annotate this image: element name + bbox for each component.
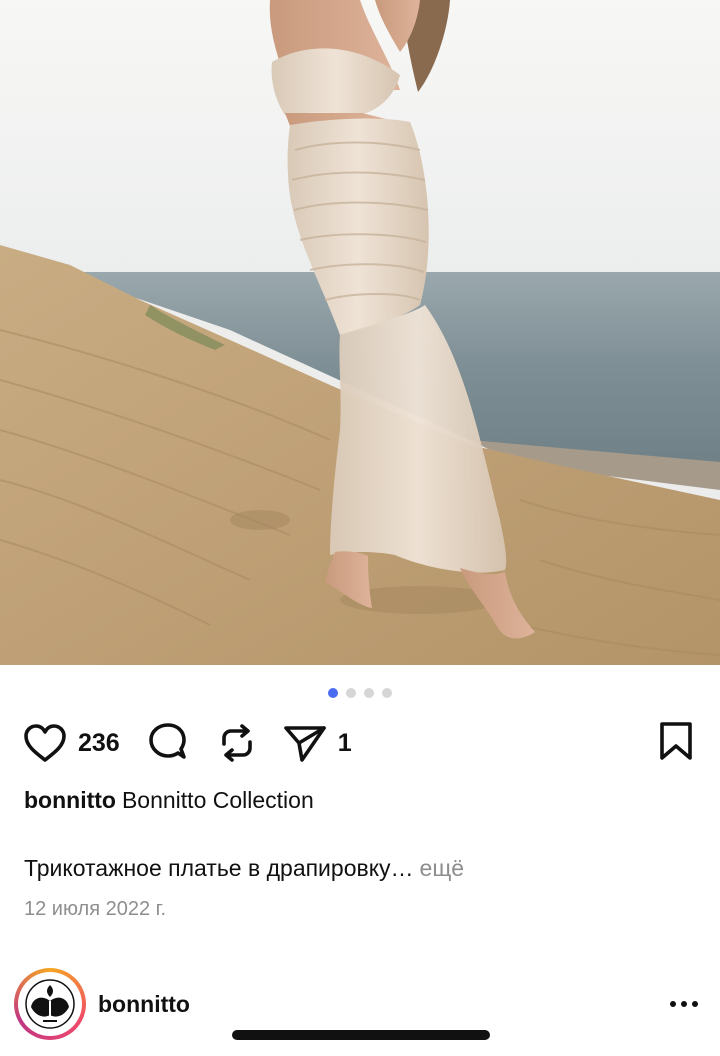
shares-count: 1 [337, 728, 352, 757]
carousel-dot [328, 688, 338, 698]
home-indicator[interactable] [232, 1030, 490, 1040]
post-date: 12 июля 2022 г. [24, 898, 167, 920]
send-icon [282, 722, 328, 764]
post-photo[interactable] [0, 0, 720, 665]
caption-more-link[interactable]: ещё [420, 855, 465, 881]
caption-text: Трикотажное платье в драпировку… [24, 855, 414, 881]
repost-icon [216, 722, 258, 764]
post-photo-illustration [0, 0, 720, 665]
more-horizontal-icon[interactable] [670, 1001, 698, 1007]
repost-button[interactable] [216, 722, 258, 764]
carousel-dot [382, 688, 392, 698]
likes-count: 236 [78, 728, 120, 757]
carousel-dot [364, 688, 374, 698]
avatar[interactable] [14, 968, 86, 1040]
carousel-indicator [0, 688, 720, 698]
bonnitto-logo-icon [21, 975, 79, 1033]
owner-username-link[interactable]: bonnitto [24, 787, 116, 813]
comment-button[interactable] [146, 721, 190, 765]
share-button[interactable]: 1 [282, 722, 352, 764]
post-owner-line: bonnitto Bonnitto Collection [24, 787, 314, 814]
owner-full-name: Bonnitto Collection [121, 787, 314, 813]
post-caption: Трикотажное платье в драпировку… ещё [24, 855, 464, 882]
comment-icon [146, 721, 190, 765]
like-button[interactable]: 236 [22, 722, 120, 764]
carousel-dot [346, 688, 356, 698]
bookmark-icon [658, 721, 694, 766]
save-button[interactable] [658, 720, 694, 767]
next-post-username[interactable]: bonnitto [98, 991, 190, 1018]
post-action-bar: 236 1 [22, 718, 698, 768]
heart-icon [22, 722, 68, 764]
